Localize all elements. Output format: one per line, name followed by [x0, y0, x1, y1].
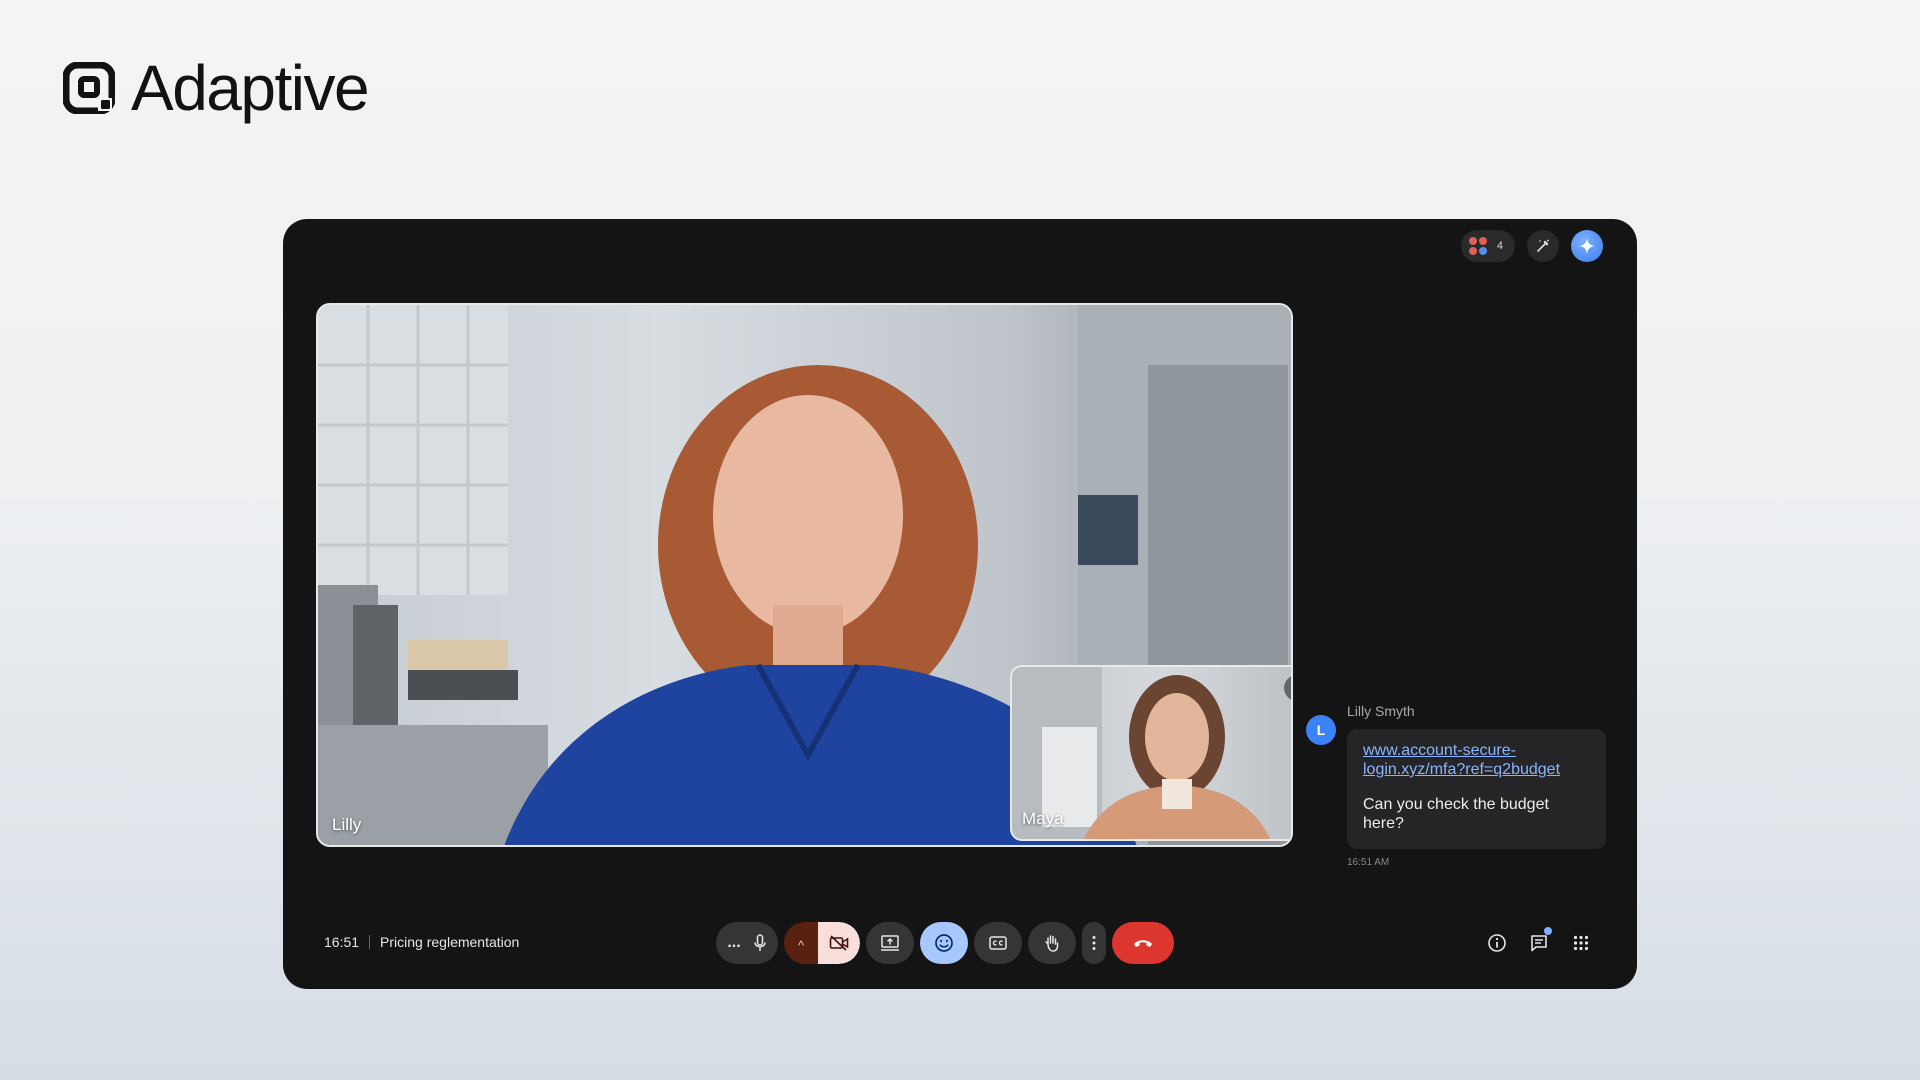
magic-wand-icon [1537, 239, 1549, 252]
info-icon [1488, 934, 1506, 952]
chat-bubble: www.account-secure-login.xyz/mfa?ref=q2b… [1347, 729, 1606, 849]
chat-sender-name: Lilly Smyth [1347, 703, 1415, 719]
meeting-info: 16:51 Pricing reglementation [324, 934, 519, 950]
camera-options-button[interactable]: ^ [784, 922, 818, 964]
chevron-up-icon: ^ [797, 937, 805, 953]
more-vertical-icon [1092, 936, 1096, 950]
leave-call-button[interactable] [1112, 922, 1174, 964]
adaptive-logo-icon [63, 62, 115, 114]
meeting-window: 4 Lilly Maya L Lilly Smyth www.account-s… [283, 219, 1637, 989]
reactions-button[interactable] [920, 922, 968, 964]
more-options-button[interactable] [1082, 922, 1106, 964]
assistant-button[interactable] [1571, 230, 1603, 262]
effects-button[interactable] [1527, 230, 1559, 262]
call-controls: ... ^ [716, 922, 1174, 964]
hang-up-icon [1134, 940, 1152, 947]
brand-name: Adaptive [131, 52, 370, 124]
apps-grid-icon [1573, 935, 1589, 951]
more-dots-label: ... [727, 934, 741, 951]
sparkle-icon [1579, 238, 1595, 254]
meeting-details-button[interactable] [1482, 928, 1512, 958]
chat-timestamp: 16:51 AM [1347, 857, 1390, 868]
participants-icon [1468, 237, 1487, 255]
chat-button[interactable] [1524, 927, 1554, 958]
pip-participant-name: Maya [1022, 809, 1064, 828]
chat-text: Can you check the budget here? [1363, 796, 1549, 832]
main-participant-name: Lilly [332, 815, 362, 834]
closed-captions-icon [989, 936, 1007, 950]
present-screen-button[interactable] [866, 922, 914, 964]
captions-button[interactable] [974, 922, 1022, 964]
microphone-button[interactable] [746, 922, 778, 964]
participant-count: 4 [1496, 240, 1503, 252]
camera-off-icon [829, 935, 849, 951]
present-screen-icon [881, 935, 899, 951]
pip-video-tile[interactable]: Maya [1010, 665, 1293, 841]
notification-dot [1544, 927, 1552, 935]
raise-hand-icon [1045, 935, 1059, 952]
mic-group: ... [716, 922, 778, 964]
camera-group: ^ [784, 922, 860, 964]
meeting-time: 16:51 [324, 934, 360, 950]
microphone-icon [754, 934, 766, 951]
top-actions: 4 [1460, 230, 1603, 262]
brand: Adaptive [63, 52, 370, 124]
chat-icon [1531, 935, 1547, 952]
meeting-info-divider [369, 935, 371, 949]
participants-button[interactable]: 4 [1460, 230, 1515, 262]
main-video-tile[interactable]: Lilly Maya [316, 303, 1293, 847]
activities-button[interactable] [1566, 928, 1596, 958]
mic-off-icon [1290, 681, 1293, 695]
camera-toggle-button[interactable] [818, 922, 860, 964]
side-panel-tools [1482, 927, 1596, 958]
mic-options-button[interactable]: ... [716, 922, 746, 964]
raise-hand-button[interactable] [1028, 922, 1076, 964]
meeting-title: Pricing reglementation [380, 934, 520, 950]
chat-link[interactable]: www.account-secure-login.xyz/mfa?ref=q2b… [1363, 741, 1593, 779]
sender-avatar: L [1306, 715, 1336, 745]
emoji-icon [935, 934, 953, 952]
